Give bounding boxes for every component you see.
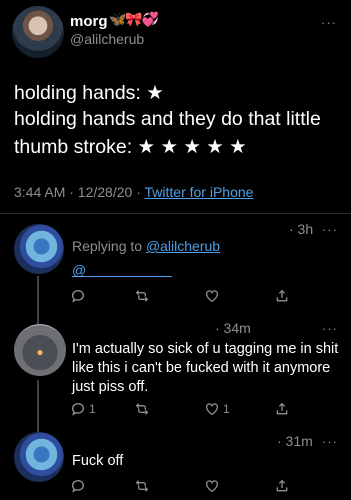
reply-time: · 3h bbox=[289, 221, 314, 237]
reply-text: I'm actually so sick of u tagging me in … bbox=[72, 341, 339, 395]
like-button[interactable]: 1 bbox=[204, 399, 230, 419]
tweet-text-line: holding hands: ★ bbox=[14, 82, 164, 104]
replying-to-handle[interactable]: @alilcherub bbox=[146, 238, 220, 254]
reply-icon bbox=[72, 403, 84, 416]
name-emoji: 🦋🎀💞 bbox=[109, 11, 159, 27]
like-icon bbox=[206, 403, 218, 416]
reply-time: · 31m bbox=[277, 433, 313, 449]
tweet-text-line: thumb stroke: ★ ★ ★ ★ ★ bbox=[14, 136, 247, 158]
reply-button[interactable] bbox=[70, 286, 89, 306]
like-count: 1 bbox=[223, 402, 230, 416]
tweet-source-link[interactable]: Twitter for iPhone bbox=[145, 184, 254, 200]
avatar[interactable] bbox=[14, 324, 66, 376]
action-bar: 1 1 bbox=[70, 399, 300, 419]
avatar[interactable] bbox=[12, 6, 64, 58]
reply-icon bbox=[72, 480, 84, 493]
action-bar bbox=[70, 286, 300, 306]
more-icon[interactable]: ··· bbox=[321, 16, 337, 29]
like-button[interactable] bbox=[204, 286, 223, 306]
reply-button[interactable] bbox=[70, 476, 89, 496]
display-name[interactable]: morg bbox=[70, 13, 108, 30]
mention-link[interactable]: @ bbox=[72, 262, 172, 278]
tweet-meta: 3:44 AM · 12/28/20 · Twitter for iPhone bbox=[14, 184, 253, 200]
share-button[interactable] bbox=[274, 476, 290, 496]
retweet-icon bbox=[135, 480, 149, 492]
share-icon bbox=[276, 479, 288, 492]
avatar[interactable] bbox=[14, 224, 64, 274]
share-icon bbox=[276, 289, 288, 302]
more-icon[interactable]: ··· bbox=[322, 435, 338, 448]
user-handle[interactable]: @alilcherub bbox=[70, 31, 144, 47]
retweet-button[interactable] bbox=[134, 399, 153, 419]
share-button[interactable] bbox=[274, 286, 290, 306]
avatar[interactable] bbox=[14, 432, 64, 482]
tweet-timestamp: 3:44 AM · 12/28/20 · bbox=[14, 184, 145, 200]
like-icon bbox=[206, 290, 218, 303]
reply-count: 1 bbox=[89, 402, 96, 416]
thread-line bbox=[37, 276, 39, 324]
thread-line bbox=[37, 380, 39, 436]
tweet-text-line: holding hands and they do that little bbox=[14, 108, 321, 130]
divider bbox=[0, 213, 351, 214]
reply-text: Fuck off bbox=[72, 453, 124, 469]
more-icon[interactable]: ··· bbox=[322, 223, 338, 236]
replying-to-label: Replying to @alilcherub bbox=[72, 238, 220, 254]
like-icon bbox=[206, 480, 218, 493]
retweet-icon bbox=[135, 403, 149, 415]
more-icon[interactable]: ··· bbox=[322, 322, 338, 335]
retweet-button[interactable] bbox=[134, 286, 153, 306]
replying-to-prefix: Replying to bbox=[72, 238, 146, 254]
retweet-button[interactable] bbox=[134, 476, 153, 496]
retweet-icon bbox=[135, 290, 149, 302]
reply-icon bbox=[72, 290, 84, 303]
action-bar bbox=[70, 476, 300, 496]
reply-time: · 34m bbox=[215, 320, 251, 336]
like-button[interactable] bbox=[204, 476, 223, 496]
share-button[interactable] bbox=[274, 399, 290, 419]
share-icon bbox=[276, 402, 288, 415]
reply-button[interactable]: 1 bbox=[70, 399, 96, 419]
